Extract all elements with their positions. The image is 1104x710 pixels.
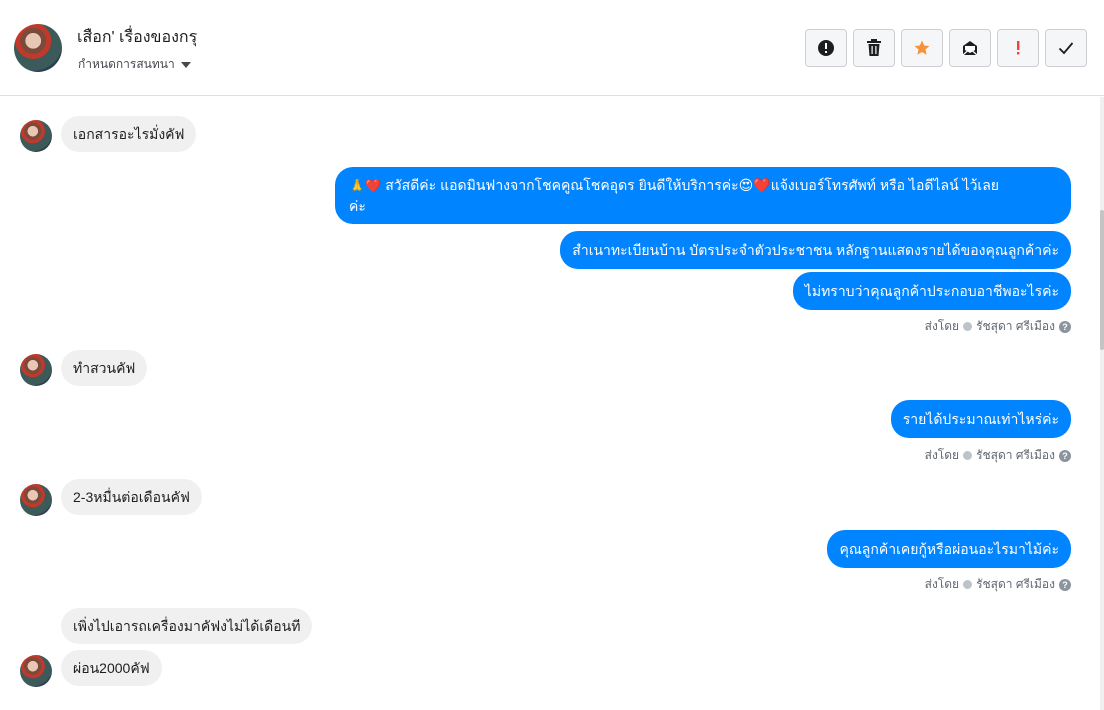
caret-down-icon [180, 61, 191, 68]
envelope-icon [962, 41, 978, 56]
contact-avatar [20, 484, 52, 516]
agent-name[interactable]: รัชสุดา ศรีเมือง [976, 317, 1055, 336]
conversation-header: เสือก' เรื่องของกรุ กำหนดการสนทนา [0, 0, 1104, 96]
help-icon[interactable]: ? [1059, 320, 1071, 333]
trash-icon [867, 39, 881, 56]
sent-by-label: ส่งโดย รัชสุดา ศรีเมือง ? [925, 446, 1071, 465]
sent-by-prefix: ส่งโดย [924, 448, 960, 462]
contact-avatar [20, 120, 52, 152]
sent-by-label: ส่งโดย รัชสุดา ศรีเมือง ? [925, 317, 1071, 336]
thread-scrollbar[interactable] [1100, 97, 1104, 710]
scrollbar-thumb[interactable] [1100, 210, 1104, 350]
sent-check-icon [963, 322, 973, 331]
mark-done-button[interactable] [1045, 29, 1087, 67]
incoming-message: ทำสวนคัฟ [61, 350, 148, 386]
agent-name[interactable]: รัชสุดา ศรีเมือง [976, 446, 1055, 465]
assign-label: กำหนดการสนทนา [78, 57, 175, 71]
contact-avatar [20, 354, 52, 386]
sent-by-prefix: ส่งโดย [924, 319, 960, 333]
prayer-heart-emoji: 🙏❤️ [349, 178, 382, 193]
message-text: ค่ะ [349, 198, 366, 214]
outgoing-message: สำเนาทะเบียนบ้าน บัตรประจำตัวประชาชน หลั… [560, 231, 1071, 269]
contact-avatar [20, 655, 52, 687]
incoming-message: เพิ่งไปเอารถเครื่องมาคัฟงไม่ได้เดือนที [61, 608, 313, 644]
star-icon [914, 40, 930, 55]
mark-unread-button[interactable] [949, 29, 991, 67]
help-icon[interactable]: ? [1059, 449, 1071, 462]
exclamation-icon [1017, 41, 1020, 55]
sent-by-label: ส่งโดย รัชสุดา ศรีเมือง ? [925, 575, 1071, 594]
star-button[interactable] [901, 29, 943, 67]
incoming-message: เอกสารอะไรมั่งคัฟ [61, 116, 197, 152]
mark-important-button[interactable] [997, 29, 1039, 67]
check-icon [1058, 42, 1074, 55]
outgoing-message: รายได้ประมาณเท่าไหร่ค่ะ [890, 400, 1071, 438]
outgoing-message: คุณลูกค้าเคยกู้หรือผ่อนอะไรมาไม้ค่ะ [827, 530, 1071, 568]
outgoing-message: 🙏❤️ สวัสดีค่ะ แอดมินฟางจากโชคคูณโชคอุดร … [335, 167, 1071, 224]
agent-name[interactable]: รัชสุดา ศรีเมือง [976, 575, 1055, 594]
exclamation-circle-icon [818, 40, 834, 56]
contact-name[interactable]: เสือก' เรื่องของกรุ [77, 25, 197, 50]
help-icon[interactable]: ? [1059, 578, 1071, 591]
mark-spam-button[interactable] [805, 29, 847, 67]
conversation-toolbar [805, 29, 1087, 67]
delete-button[interactable] [853, 29, 895, 67]
message-text: สวัสดีค่ะ แอดมินฟางจากโชคคูณโชคอุดร ยินด… [385, 177, 999, 193]
sent-check-icon [963, 580, 973, 589]
contact-avatar[interactable] [14, 24, 62, 72]
sent-check-icon [963, 451, 973, 460]
outgoing-message: ไม่ทราบว่าคุณลูกค้าประกอบอาชีพอะไรค่ะ [792, 272, 1071, 310]
incoming-message: ผ่อน2000คัฟ [61, 650, 162, 686]
incoming-message: 2-3หมื่นต่อเดือนคัฟ [61, 479, 202, 515]
assign-conversation-dropdown[interactable]: กำหนดการสนทนา [78, 55, 191, 74]
sent-by-prefix: ส่งโดย [924, 577, 960, 591]
